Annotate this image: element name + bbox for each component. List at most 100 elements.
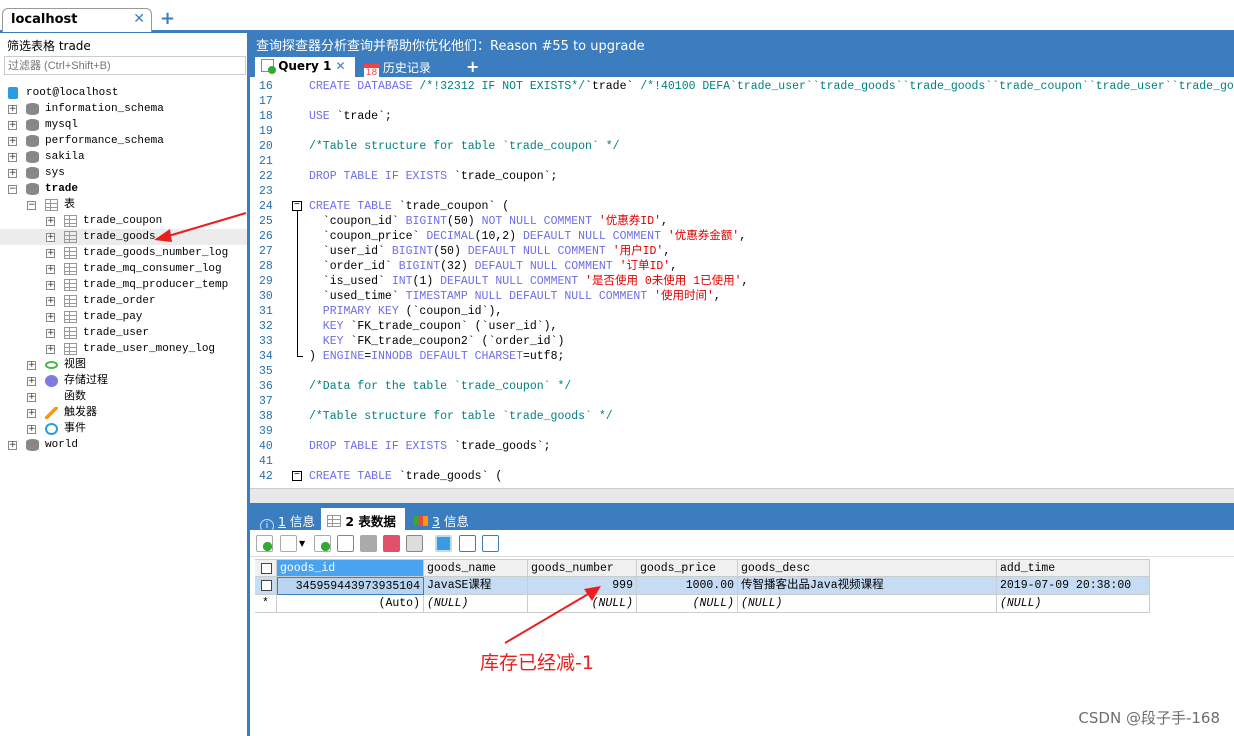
delete-icon[interactable] [383,535,400,552]
tree-folder-2[interactable]: + 函数 [0,389,247,405]
refresh-icon[interactable] [337,535,354,552]
grid-cell[interactable]: (NULL) [528,595,637,613]
tree-db-mysql[interactable]: + mysql [0,117,247,133]
tree-table-trade-mq-producer-temp[interactable]: + trade_mq_producer_temp [0,277,247,293]
tab-history[interactable]: 18 历史记录 [358,57,437,79]
expand-toggle-icon[interactable]: + [46,329,55,338]
close-icon[interactable]: ✕ [133,11,145,27]
expand-toggle-icon[interactable]: + [46,313,55,322]
expand-toggle-icon[interactable]: + [8,121,17,130]
expand-toggle-icon[interactable]: + [8,441,17,450]
grid-cell[interactable]: goods_number [528,559,637,577]
code-line[interactable]: 33 KEY `FK_trade_coupon2` (`order_id`) [250,334,1234,349]
grid-cell[interactable]: 传智播客出品Java视频课程 [738,577,997,595]
checkbox[interactable] [261,563,272,574]
expand-toggle-icon[interactable]: + [8,137,17,146]
cancel-changes-icon[interactable] [406,535,423,552]
code-line[interactable]: 26 `coupon_price` DECIMAL(10,2) DEFAULT … [250,229,1234,244]
add-row-icon[interactable] [314,535,331,552]
grid-cell[interactable]: (NULL) [637,595,738,613]
grid-cell[interactable]: JavaSE课程 [424,577,528,595]
code-line[interactable]: 16 CREATE DATABASE /*!32312 IF NOT EXISTS… [250,79,1234,94]
tree-table-trade-coupon[interactable]: + trade_coupon [0,213,247,229]
tree-table-trade-order[interactable]: + trade_order [0,293,247,309]
filter-input[interactable] [4,56,246,75]
tree-folder-1[interactable]: + 存储过程 [0,373,247,389]
expand-toggle-icon[interactable]: + [46,265,55,274]
tree-folder-4[interactable]: + 事件 [0,421,247,437]
expand-toggle-icon[interactable]: + [46,345,55,354]
form-view-icon[interactable] [459,535,476,552]
tree-db-trade[interactable]: − trade [0,181,247,197]
code-line[interactable]: 29 `is_used` INT(1) DEFAULT NULL COMMENT… [250,274,1234,289]
tree-db-information_schema[interactable]: + information_schema [0,101,247,117]
grid-cell[interactable]: 999 [528,577,637,595]
expand-toggle-icon[interactable]: + [46,249,55,258]
tree-table-trade-pay[interactable]: + trade_pay [0,309,247,325]
code-line[interactable]: 38 /*Table structure for table `trade_goo… [250,409,1234,424]
tree-table-trade-goods[interactable]: + trade_goods [0,229,247,245]
expand-toggle-icon[interactable]: + [27,409,36,418]
fold-toggle-icon[interactable]: − [292,471,302,481]
code-line[interactable]: 31 PRIMARY KEY (`coupon_id`), [250,304,1234,319]
tab-messages[interactable]: i 1 信息 [254,508,321,533]
expand-toggle-icon[interactable]: + [27,361,36,370]
expand-toggle-icon[interactable]: + [46,281,55,290]
expand-toggle-icon[interactable]: + [46,297,55,306]
grid-cell[interactable]: goods_desc [738,559,997,577]
code-line[interactable]: 17 [250,94,1234,109]
code-line[interactable]: 40 DROP TABLE IF EXISTS `trade_goods`; [250,439,1234,454]
grid-cell[interactable]: 1000.00 [637,577,738,595]
code-line[interactable]: 28 `order_id` BIGINT(32) DEFAULT NULL CO… [250,259,1234,274]
code-line[interactable]: 32 KEY `FK_trade_coupon` (`user_id`), [250,319,1234,334]
code-line[interactable]: 41 [250,454,1234,469]
checkbox[interactable] [261,580,272,591]
duplicate-row-icon[interactable] [280,535,297,552]
fold-toggle-icon[interactable]: − [292,201,302,211]
code-line[interactable]: 20 /*Table structure for table `trade_cou… [250,139,1234,154]
tab-query-1[interactable]: Query 1 ✕ [255,57,355,77]
tree-folder-3[interactable]: + 触发器 [0,405,247,421]
grid-cell[interactable]: 345959443973935104 [277,577,424,595]
grid-cell[interactable]: goods_price [637,559,738,577]
sql-editor[interactable]: 16 CREATE DATABASE /*!32312 IF NOT EXISTS… [250,77,1234,488]
code-line[interactable]: 34) ENGINE=INNODB DEFAULT CHARSET=utf8; [250,349,1234,364]
grid-view-icon[interactable] [435,535,452,552]
chevron-down-icon[interactable]: ▼ [299,539,307,556]
code-line[interactable]: 27 `user_id` BIGINT(50) DEFAULT NULL COM… [250,244,1234,259]
tree-folder-0[interactable]: + 视图 [0,357,247,373]
tree-db-sys[interactable]: + sys [0,165,247,181]
row-selector[interactable] [255,577,277,595]
close-icon[interactable]: ✕ [336,59,346,73]
expand-toggle-icon[interactable]: − [8,185,17,194]
text-view-icon[interactable] [482,535,499,552]
tree-table-trade-goods-number-log[interactable]: + trade_goods_number_log [0,245,247,261]
code-line[interactable]: 42 CREATE TABLE `trade_goods` ( [250,469,1234,484]
insert-row-icon[interactable] [256,535,273,552]
tree-db-world[interactable]: + world [0,437,247,453]
expand-toggle-icon[interactable]: + [46,233,55,242]
grid-cell[interactable]: (Auto) [277,595,424,613]
tab-info[interactable]: 3 信息 [408,508,475,530]
code-line[interactable]: 19 [250,124,1234,139]
code-line[interactable]: 21 [250,154,1234,169]
expand-toggle-icon[interactable]: − [27,201,36,210]
tab-table-data[interactable]: 2 表数据 [321,508,405,530]
expand-toggle-icon[interactable]: + [8,105,17,114]
row-selector[interactable]: * [255,595,277,613]
expand-toggle-icon[interactable]: + [8,169,17,178]
row-selector[interactable] [255,559,277,577]
add-query-tab-button[interactable]: + [460,55,485,76]
code-line[interactable]: 25 `coupon_id` BIGINT(50) NOT NULL COMME… [250,214,1234,229]
expand-toggle-icon[interactable]: + [27,425,36,434]
grid-cell[interactable]: goods_name [424,559,528,577]
add-connection-button[interactable]: + [160,8,175,29]
grid-cell[interactable]: (NULL) [738,595,997,613]
grid-cell[interactable]: (NULL) [997,595,1150,613]
grid-cell[interactable]: 2019-07-09 20:38:00 [997,577,1150,595]
tree-root[interactable]: root@localhost [0,85,247,101]
connection-tab-localhost[interactable]: localhost ✕ [2,8,152,32]
tree-table-trade-user[interactable]: + trade_user [0,325,247,341]
code-line[interactable]: 37 [250,394,1234,409]
tree-table-trade-user-money-log[interactable]: + trade_user_money_log [0,341,247,357]
